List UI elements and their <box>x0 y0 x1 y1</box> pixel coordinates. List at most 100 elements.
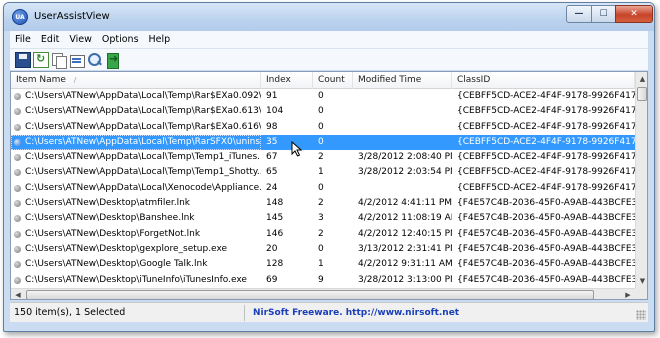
cell-item-name: C:\Users\ATNew\AppData\Local\Temp\Temp1_… <box>25 152 261 163</box>
menu-options[interactable]: Options <box>97 34 144 45</box>
column-header-modified-time[interactable]: Modified Time <box>353 72 452 89</box>
cell-modified-time <box>353 120 452 135</box>
mouse-cursor-icon <box>291 141 303 157</box>
resize-grip-icon[interactable] <box>636 310 646 320</box>
table-body: C:\Users\ATNew\AppData\Local\Temp\Rar$EX… <box>11 89 635 299</box>
cell-index: 98 <box>266 121 278 132</box>
cell-item-name: C:\Users\ATNew\AppData\Local\Temp\RarSFX… <box>11 134 261 150</box>
cell-modified-time: 4/2/2012 4:41:11 PM <box>358 198 452 209</box>
cell-modified-time <box>353 181 452 196</box>
cell-modified-time: 3/28/2012 2:03:54 PM <box>358 167 452 178</box>
table-row[interactable]: C:\Users\ATNew\Desktop\iTuneInfo\iTunesI… <box>11 273 635 288</box>
cell-item-name: C:\Users\ATNew\Desktop\Google Talk.lnk <box>25 259 208 270</box>
horizontal-scrollbar[interactable]: ◀ ▶ <box>11 288 635 299</box>
properties-icon[interactable] <box>69 52 85 68</box>
items-list[interactable]: Item Name / Index Count Modified Time Cla… <box>10 71 648 300</box>
table-row[interactable]: C:\Users\ATNew\Desktop\atmfiler.lnk 148 2 4… <box>11 196 635 211</box>
cell-count: 2 <box>318 198 324 209</box>
save-icon[interactable] <box>15 51 31 68</box>
menu-view[interactable]: View <box>64 34 97 45</box>
cell-item-name: C:\Users\ATNew\AppData\Local\Temp\Rar$EX… <box>25 106 261 117</box>
cell-item-name: C:\Users\ATNew\Desktop\gexplore_setup.ex… <box>25 243 228 254</box>
menu-bar: File Edit View Options Help <box>10 31 648 48</box>
cell-count: 1 <box>318 259 324 270</box>
cell-item-name: C:\Users\ATNew\AppData\Local\Temp\Rar$EX… <box>25 121 261 132</box>
status-bar: 150 item(s), 1 Selected NirSoft Freeware… <box>10 302 648 322</box>
title-bar[interactable]: UA UserAssistView — ☐ ✕ <box>4 3 654 31</box>
refresh-icon[interactable] <box>33 51 49 68</box>
cell-item-name: C:\Users\ATNew\AppData\Local\Xenocode\Ap… <box>25 182 261 193</box>
status-item-count: 150 item(s), 1 Selected <box>10 305 245 321</box>
cell-item-name: C:\Users\ATNew\Desktop\atmfiler.lnk <box>25 198 191 209</box>
find-icon[interactable] <box>87 52 103 68</box>
menu-file[interactable]: File <box>10 34 36 45</box>
cell-count: 0 <box>318 121 324 132</box>
column-header-index[interactable]: Index <box>261 72 313 89</box>
cell-index: 148 <box>266 198 284 209</box>
column-header-classid[interactable]: ClassID <box>452 72 635 89</box>
sort-indicator: / <box>73 76 77 84</box>
cell-index: 24 <box>266 182 278 193</box>
cell-count: 9 <box>318 274 324 285</box>
cell-count: 2 <box>318 228 324 239</box>
cell-modified-time: 3/13/2012 2:31:41 PM <box>358 243 452 254</box>
table-row[interactable]: C:\Users\ATNew\AppData\Local\Temp\Rar$EX… <box>11 120 635 135</box>
menu-help[interactable]: Help <box>144 34 176 45</box>
table-row[interactable]: C:\Users\ATNew\Desktop\Google Talk.lnk 12… <box>11 257 635 272</box>
cell-classid: {F4E57C4B-2036-45F0-A9AB-443BCFE33D9F} <box>457 213 635 224</box>
cell-index: 145 <box>266 213 284 224</box>
table-row[interactable]: C:\Users\ATNew\AppData\Local\Temp\Temp1_… <box>11 150 635 165</box>
cell-modified-time: 4/2/2012 12:40:15 PM <box>358 228 452 239</box>
cell-index: 69 <box>266 274 278 285</box>
cell-classid: {CEBFF5CD-ACE2-4F4F-9178-9926F41749EA} <box>457 182 635 193</box>
cell-classid: {CEBFF5CD-ACE2-4F4F-9178-9926F41749EA} <box>457 91 635 101</box>
cell-modified-time <box>353 89 452 104</box>
cell-count: 0 <box>318 91 324 101</box>
minimize-button[interactable]: — <box>566 5 592 23</box>
maximize-button[interactable]: ☐ <box>591 5 616 23</box>
cell-classid: {CEBFF5CD-ACE2-4F4F-9178-9926F41749EA} <box>457 167 635 178</box>
cell-classid: {CEBFF5CD-ACE2-4F4F-9178-9926F41749EA} <box>457 106 635 117</box>
scroll-up-icon[interactable]: ▲ <box>636 72 647 86</box>
table-row[interactable]: C:\Users\ATNew\AppData\Local\Temp\Rar$EX… <box>11 104 635 119</box>
horizontal-scroll-thumb[interactable] <box>26 290 594 299</box>
cell-classid: {CEBFF5CD-ACE2-4F4F-9178-9926F41749EA} <box>457 152 635 163</box>
cell-item-name: C:\Users\ATNew\Desktop\Banshee.lnk <box>25 213 195 224</box>
exit-icon[interactable] <box>105 52 121 69</box>
cell-index: 146 <box>266 228 284 239</box>
table-row[interactable]: C:\Users\ATNew\Desktop\ForgetNot.lnk 146 2… <box>11 227 635 242</box>
scrollbar-corner <box>635 288 647 299</box>
cell-item-name: C:\Users\ATNew\Desktop\ForgetNot.lnk <box>25 228 201 239</box>
scroll-down-icon[interactable]: ▼ <box>636 274 647 288</box>
app-window: UA UserAssistView — ☐ ✕ File Edit View O… <box>3 2 655 332</box>
nirsoft-link[interactable]: NirSoft Freeware. http://www.nirsoft.net <box>253 305 459 321</box>
table-row[interactable]: C:\Users\ATNew\Desktop\gexplore_setup.ex… <box>11 242 635 257</box>
cell-count: 2 <box>318 152 324 163</box>
cell-index: 91 <box>266 91 278 101</box>
cell-item-name: C:\Users\ATNew\AppData\Local\Temp\Temp1_… <box>25 167 261 178</box>
cell-classid: {F4E57C4B-2036-45F0-A9AB-443BCFE33D9F} <box>457 198 635 209</box>
table-row[interactable]: C:\Users\ATNew\Desktop\Banshee.lnk 145 3 4/… <box>11 211 635 226</box>
window-title: UserAssistView <box>34 11 110 22</box>
column-header-item-name[interactable]: Item Name / <box>11 72 261 89</box>
cell-index: 67 <box>266 152 278 163</box>
table-row[interactable]: C:\Users\ATNew\AppData\Local\Xenocode\Ap… <box>11 181 635 196</box>
scroll-left-icon[interactable]: ◀ <box>11 289 25 299</box>
cell-classid: {F4E57C4B-2036-45F0-A9AB-443BCFE33D9F} <box>457 243 635 254</box>
cell-count: 3 <box>318 213 324 224</box>
table-row[interactable]: C:\Users\ATNew\AppData\Local\Temp\Temp1_… <box>11 165 635 180</box>
vertical-scroll-thumb[interactable] <box>637 87 647 101</box>
vertical-scrollbar[interactable]: ▲ ▼ <box>635 72 647 288</box>
column-header-count[interactable]: Count <box>313 72 353 89</box>
cell-item-name: C:\Users\ATNew\Desktop\iTuneInfo\iTunesI… <box>25 274 247 285</box>
close-button[interactable]: ✕ <box>615 5 653 23</box>
cell-index: 35 <box>266 136 278 147</box>
menu-edit[interactable]: Edit <box>36 34 64 45</box>
cell-index: 20 <box>266 243 278 254</box>
cell-modified-time <box>353 104 452 119</box>
table-row[interactable]: C:\Users\ATNew\AppData\Local\Temp\Rar$EX… <box>11 89 635 104</box>
cell-count: 0 <box>318 182 324 193</box>
scroll-right-icon[interactable]: ▶ <box>621 289 635 299</box>
table-row[interactable]: C:\Users\ATNew\AppData\Local\Temp\RarSFX… <box>11 134 635 151</box>
copy-icon[interactable] <box>51 52 67 69</box>
